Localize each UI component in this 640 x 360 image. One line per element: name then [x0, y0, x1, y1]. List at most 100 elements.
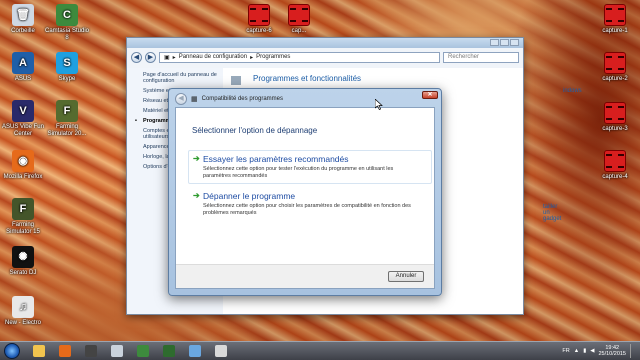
- breadcrumb-item[interactable]: Programmes: [256, 54, 290, 60]
- desktop-icon-4[interactable]: V ASUS Vibe Fun Center: [0, 100, 46, 138]
- desktop-icon-7[interactable]: F Farming Simulator 15: [0, 198, 46, 236]
- gadget-link[interactable]: tailler un gadget: [543, 204, 561, 222]
- app-icon: ◉: [12, 150, 34, 172]
- network-icon[interactable]: ▮: [583, 348, 586, 354]
- dialog-body: Sélectionner l'option de dépannage ➔ Ess…: [175, 107, 435, 289]
- option-title: Dépanner le programme: [203, 191, 296, 201]
- volume-icon[interactable]: ◀: [590, 348, 594, 354]
- control-panel-icon: [189, 345, 201, 357]
- taskbar-firefox-button[interactable]: [54, 343, 76, 359]
- option-description: Sélectionnez cette option pour tester l'…: [203, 166, 394, 179]
- video-file-icon: [604, 150, 626, 172]
- windows-link[interactable]: indows: [563, 88, 582, 94]
- desktop-icon-label: Corbeille: [11, 28, 35, 34]
- dialog-title: Compatibilité des programmes: [201, 96, 283, 102]
- option-title: Essayer les paramètres recommandés: [203, 154, 349, 164]
- control-panel-icon: ▣: [164, 54, 170, 61]
- taskbar-explorer-button[interactable]: [28, 343, 50, 359]
- clock[interactable]: 19:42 25/10/2015: [598, 345, 626, 357]
- mouse-cursor-icon: [374, 98, 383, 112]
- desktop-icon-label: Serato DJ: [9, 270, 37, 276]
- video-file-icon: [248, 4, 270, 26]
- back-arrow-icon[interactable]: ◀: [175, 93, 187, 105]
- breadcrumb-sep-icon: ▸: [172, 54, 176, 61]
- desktop-icon-label: Skype: [58, 76, 76, 82]
- printer-icon: [111, 345, 123, 357]
- video-file-icon: [604, 102, 626, 124]
- maximize-button[interactable]: [500, 39, 509, 46]
- desktop-icon-3[interactable]: S Skype: [44, 52, 90, 83]
- compatibility-dialog[interactable]: ◀ ▦ Compatibilité des programmes ✕ Sélec…: [168, 88, 442, 296]
- green-arrow-icon: ➔: [193, 154, 200, 163]
- app-icon: A: [12, 52, 34, 74]
- cancel-button[interactable]: Annuler: [388, 271, 424, 282]
- breadcrumb-item[interactable]: Panneau de configuration: [179, 54, 247, 60]
- close-button[interactable]: ✕: [422, 91, 438, 99]
- desktop-icon-label: Farming Simulator 20...: [47, 124, 87, 137]
- desktop-icon-2[interactable]: A ASUS: [0, 52, 46, 83]
- forward-button[interactable]: ▶: [145, 51, 156, 63]
- desktop-icon-1[interactable]: C Camtasia Studio 8: [44, 4, 90, 42]
- sidebar-item-home[interactable]: Page d'accueil du panneau de configurati…: [143, 72, 223, 84]
- green-arrow-icon: ➔: [193, 191, 200, 200]
- desktop-icon-6[interactable]: ◉ Mozilla Firefox: [0, 150, 46, 181]
- back-button[interactable]: ◀: [131, 51, 142, 63]
- show-desktop-button[interactable]: [630, 344, 636, 358]
- close-window-button[interactable]: [510, 39, 519, 46]
- compat-icon: ▦: [191, 96, 198, 103]
- explorer-icon: [33, 345, 45, 357]
- app-icon: F: [56, 100, 78, 122]
- app-icon: C: [56, 4, 78, 26]
- app-icon: ✺: [12, 246, 34, 268]
- desktop-icon-9[interactable]: ♫ New - Electro: [0, 296, 46, 327]
- compat-icon: [215, 345, 227, 357]
- camtasia-icon: [137, 345, 149, 357]
- desktop-icon-capture-5[interactable]: cap...: [276, 4, 322, 35]
- dialog-titlebar: ◀ ▦ Compatibilité des programmes: [175, 92, 283, 106]
- option-troubleshoot-program[interactable]: ➔ Dépanner le programme Sélectionnez cet…: [188, 187, 432, 221]
- taskbar-printer-button[interactable]: [106, 343, 128, 359]
- dialog-footer: Annuler: [176, 264, 434, 288]
- search-input[interactable]: Rechercher: [443, 51, 519, 63]
- desktop-icon-5[interactable]: F Farming Simulator 20...: [44, 100, 90, 138]
- window-titlebar[interactable]: [127, 38, 523, 48]
- desktop-icon-capture-3[interactable]: capture-3: [592, 102, 638, 133]
- desktop-icon-capture-4[interactable]: capture-4: [592, 150, 638, 181]
- app-icon: 🗑: [12, 4, 34, 26]
- app-icon: ♫: [12, 296, 34, 318]
- taskbar-camtasia-button[interactable]: [132, 343, 154, 359]
- desktop-icon-capture-1[interactable]: capture-1: [592, 4, 638, 35]
- desktop-icon-label: ASUS Vibe Fun Center: [2, 124, 44, 137]
- film-icon: [85, 345, 97, 357]
- address-row: ◀ ▶ ▣ ▸ Panneau de configuration ▸ Progr…: [131, 50, 519, 64]
- address-bar[interactable]: ▣ ▸ Panneau de configuration ▸ Programme…: [159, 51, 440, 63]
- video-file-icon: [604, 4, 626, 26]
- start-button[interactable]: [4, 343, 20, 359]
- camtasia-recorder-icon: [163, 345, 175, 357]
- section-title[interactable]: Programmes et fonctionnalités: [253, 74, 361, 83]
- app-icon: S: [56, 52, 78, 74]
- firefox-icon: [59, 345, 71, 357]
- taskbar: FR ▲ ▮ ◀ 19:42 25/10/2015: [0, 341, 640, 360]
- language-indicator[interactable]: FR: [562, 348, 569, 354]
- desktop-icon-label: Mozilla Firefox: [3, 174, 43, 180]
- desktop-icon-label: ASUS: [14, 76, 32, 82]
- desktop-icon-label: Farming Simulator 15: [6, 222, 40, 235]
- taskbar-compat-button[interactable]: [210, 343, 232, 359]
- app-icon: F: [12, 198, 34, 220]
- app-icon: V: [12, 100, 34, 122]
- desktop-icon-0[interactable]: 🗑 Corbeille: [0, 4, 46, 35]
- taskbar-camtasia-recorder-button[interactable]: [158, 343, 180, 359]
- desktop-icon-capture-2[interactable]: capture-2: [592, 52, 638, 83]
- desktop-icon-label: New - Electro: [4, 320, 41, 326]
- breadcrumb-sep-icon: ▸: [250, 54, 254, 61]
- desktop-icon-8[interactable]: ✺ Serato DJ: [0, 246, 46, 277]
- programs-icon: [231, 76, 241, 85]
- system-tray: FR ▲ ▮ ◀ 19:42 25/10/2015: [562, 344, 636, 358]
- minimize-button[interactable]: [490, 39, 499, 46]
- option-recommended-settings[interactable]: ➔ Essayer les paramètres recommandés Sél…: [188, 150, 432, 184]
- window-controls: [490, 39, 519, 46]
- tray-arrow-icon[interactable]: ▲: [574, 348, 579, 354]
- taskbar-control-panel-button[interactable]: [184, 343, 206, 359]
- taskbar-film-button[interactable]: [80, 343, 102, 359]
